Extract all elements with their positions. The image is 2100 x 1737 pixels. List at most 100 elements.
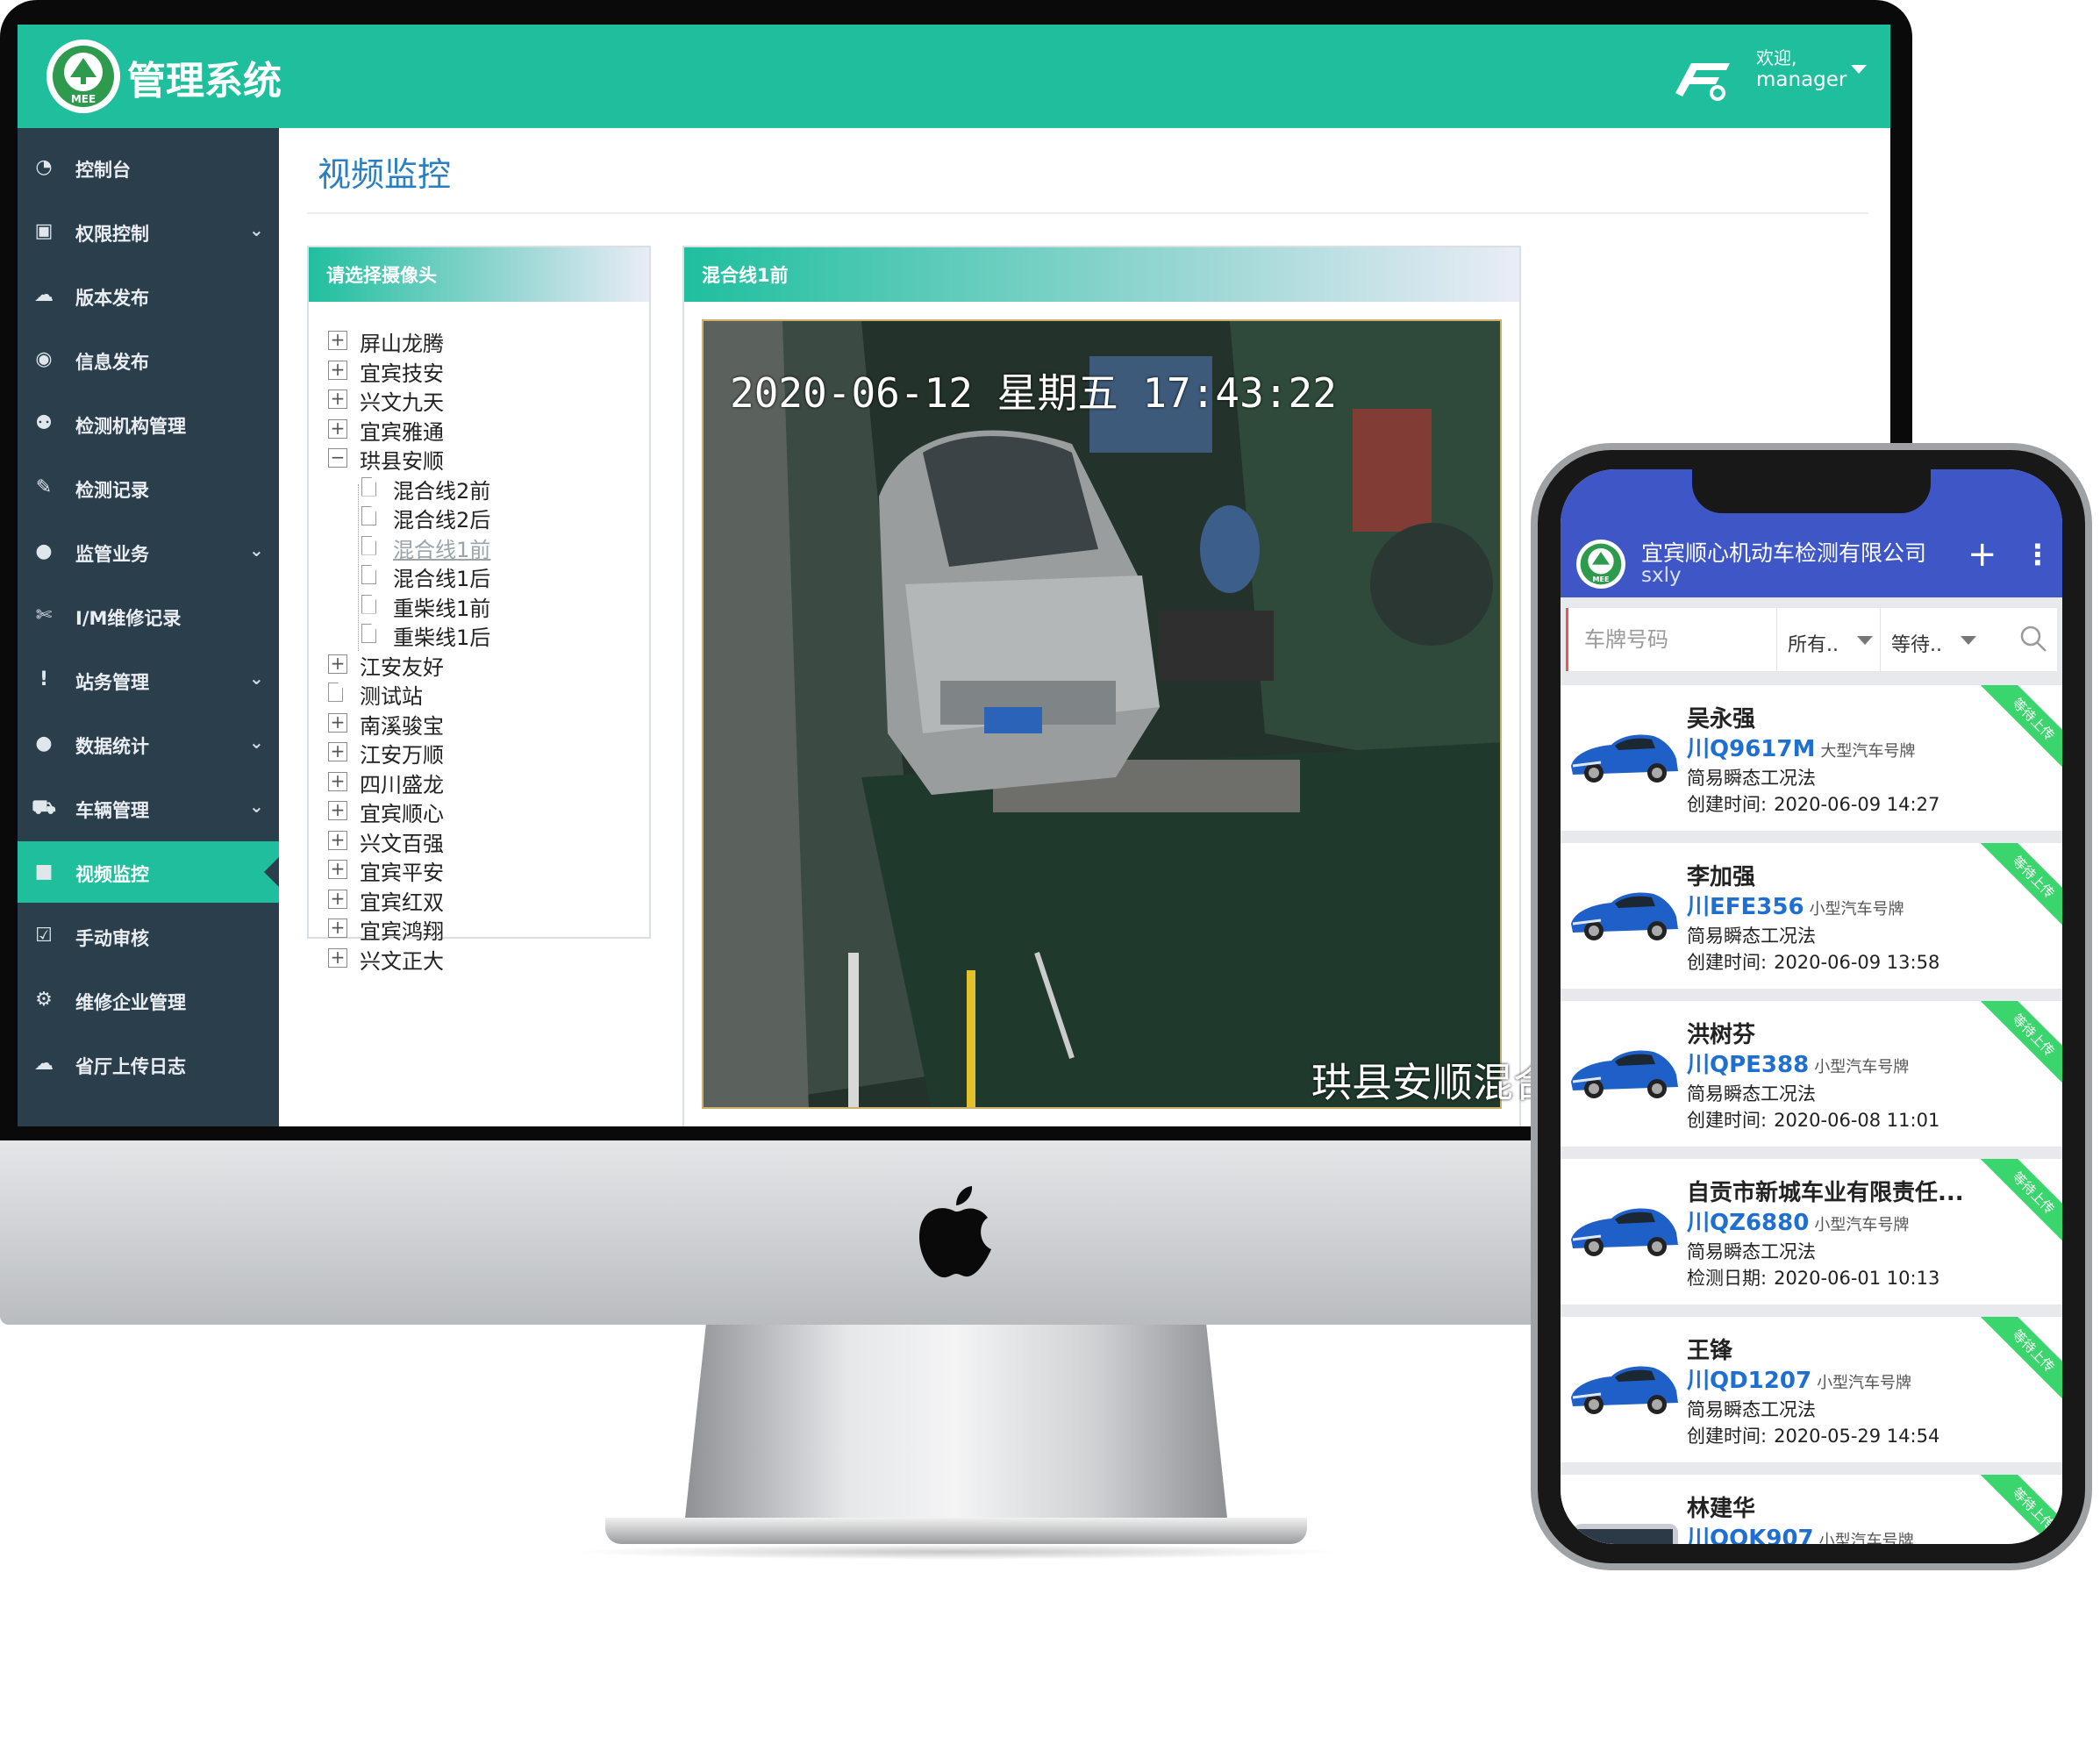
- company-name: 宜宾顺心机动车检测有限公司: [1641, 540, 1927, 566]
- expand-icon[interactable]: +: [328, 390, 347, 409]
- file-icon: [361, 624, 376, 643]
- expand-icon[interactable]: +: [328, 742, 347, 761]
- sidebar-item[interactable]: ◔ 控制台: [18, 137, 279, 198]
- users-icon: ⚉: [35, 412, 53, 434]
- expand-icon[interactable]: +: [328, 947, 347, 968]
- sidebar-item-label: 信息发布: [75, 352, 149, 373]
- plate-number: 川QQK907: [1687, 1526, 1814, 1544]
- collapse-icon[interactable]: −: [328, 448, 347, 468]
- sidebar-item[interactable]: ✎ 检测记录: [18, 457, 279, 518]
- sidebar-item[interactable]: ● 数据统计 ⌄: [18, 713, 279, 775]
- sidebar-item[interactable]: ☑ 手动审核: [18, 905, 279, 967]
- camera-panel-title: 请选择摄像头: [309, 247, 649, 302]
- chevron-down-icon: ⌄: [249, 668, 264, 689]
- test-method: 简易瞬态工况法: [1687, 768, 1816, 789]
- status-filter-select[interactable]: 等待..: [1880, 608, 1983, 671]
- user-menu-caret-icon[interactable]: [1851, 65, 1867, 74]
- plate-search-input[interactable]: [1566, 608, 1776, 671]
- camera-feed[interactable]: [702, 319, 1502, 1109]
- apple-logo-icon: [919, 1186, 991, 1278]
- sidebar-item[interactable]: ☁ 版本发布: [18, 265, 279, 326]
- file-icon: [361, 565, 376, 584]
- stand-shadow: [570, 1544, 1342, 1560]
- record-card[interactable]: 王锋 川QD1207 小型汽车号牌 简易瞬态工况法 创建时间: 2020-05-29 14…: [1561, 1317, 2062, 1462]
- status-ribbon: 等待上传: [1977, 1475, 2062, 1544]
- record-card[interactable]: 自贡市新城车业有限责任... 川QZ6880 小型汽车号牌 简易瞬态工况法 检测日期: 2…: [1561, 1159, 2062, 1305]
- expand-icon[interactable]: +: [328, 712, 347, 733]
- record-card[interactable]: 林建华 川QQK907 小型汽车号牌 等待上传: [1561, 1475, 2062, 1544]
- expand-icon[interactable]: +: [328, 860, 347, 879]
- expand-icon[interactable]: +: [328, 801, 347, 820]
- car-image: [1566, 1038, 1682, 1101]
- date-value: 2020-05-29 14:54: [1774, 1426, 1940, 1447]
- plate-row: 川QPE388 小型汽车号牌: [1687, 1047, 1909, 1079]
- expand-icon[interactable]: +: [328, 830, 347, 850]
- username[interactable]: manager: [1756, 68, 1846, 91]
- tree-node-label: 重柴线1后: [393, 625, 491, 650]
- more-menu-icon[interactable]: ⋮: [2024, 538, 2052, 571]
- mee-logo-icon: MEE: [46, 39, 120, 113]
- date-row: 创建时间: 2020-06-09 14:27: [1687, 790, 1939, 817]
- tree-node-label: 南溪骏宝: [360, 713, 444, 739]
- expand-icon[interactable]: +: [328, 360, 347, 380]
- plate-number: 川Q9617M: [1687, 736, 1816, 762]
- camera-select-panel: 请选择摄像头 + 屏山龙腾 + 宜宾技安 + 兴文九天 + 宜宾雅通 − 珙县安顺 混合线2前 混合线…: [307, 246, 651, 974]
- sidebar-item[interactable]: ▣ 权限控制 ⌄: [18, 201, 279, 262]
- expand-icon[interactable]: +: [328, 418, 347, 439]
- sidebar-item[interactable]: ! 站务管理 ⌄: [18, 649, 279, 711]
- test-method: 简易瞬态工况法: [1687, 1399, 1816, 1420]
- date-label: 创建时间:: [1687, 794, 1768, 815]
- date-value: 2020-06-09 13:58: [1774, 952, 1940, 973]
- record-card[interactable]: 吴永强 川Q9617M 大型汽车号牌 简易瞬态工况法 创建时间: 2020-06-09 1…: [1561, 685, 2062, 831]
- sidebar-item[interactable]: ⚙ 维修企业管理: [18, 969, 279, 1031]
- sidebar-item[interactable]: ⚉ 检测机构管理: [18, 393, 279, 454]
- sidebar-item-label: 检测机构管理: [75, 416, 186, 437]
- gears-icon: ⚙: [35, 989, 53, 1011]
- tree-node-label: 宜宾技安: [360, 361, 444, 386]
- bus-image: [1566, 1512, 1682, 1544]
- video-camera-icon: ■: [34, 861, 54, 883]
- owner-name: 洪树芬: [1687, 1022, 1756, 1048]
- sidebar-item-label: 车辆管理: [75, 800, 149, 821]
- search-icon[interactable]: [2018, 624, 2048, 654]
- owner-name: 吴永强: [1687, 706, 1756, 733]
- expand-icon[interactable]: +: [328, 331, 347, 350]
- wrench-icon: ✄: [35, 604, 53, 626]
- expand-icon[interactable]: +: [328, 654, 347, 674]
- add-button[interactable]: +: [1968, 534, 1997, 575]
- record-card[interactable]: 洪树芬 川QPE388 小型汽车号牌 简易瞬态工况法 创建时间: 2020-06-08 1…: [1561, 1001, 2062, 1147]
- sidebar-item-label: 省厅上传日志: [75, 1056, 186, 1077]
- sidebar-item[interactable]: ● 监管业务 ⌄: [18, 521, 279, 583]
- date-row: 创建时间: 2020-06-09 13:58: [1687, 948, 1939, 975]
- expand-icon[interactable]: +: [328, 889, 347, 909]
- type-filter-select[interactable]: 所有..: [1776, 608, 1880, 671]
- date-label: 检测日期:: [1687, 1268, 1768, 1289]
- plate-number: 川QD1207: [1687, 1368, 1812, 1394]
- sidebar-item[interactable]: ☁ 省厅上传日志: [18, 1033, 279, 1095]
- sidebar-item-label: 权限控制: [75, 224, 149, 245]
- tree-node-label: 混合线2后: [393, 508, 491, 533]
- chevron-down-icon: ⌄: [249, 540, 264, 561]
- sidebar-item[interactable]: ■ 视频监控: [18, 841, 279, 903]
- tree-node-label: 宜宾鸿翔: [360, 919, 444, 944]
- sidebar-item[interactable]: ✄ I/M维修记录: [18, 585, 279, 647]
- title-divider: [307, 212, 1868, 214]
- record-card[interactable]: 李加强 川EFE356 小型汽车号牌 简易瞬态工况法 创建时间: 2020-06-09 1…: [1561, 843, 2062, 989]
- phone-screen: MEE 宜宾顺心机动车检测有限公司 sxly + ⋮ 所有.. 等待.. 吴永强…: [1561, 469, 2062, 1544]
- sidebar-item[interactable]: ⛟ 车辆管理 ⌄: [18, 777, 279, 839]
- phone-notch: [1692, 469, 1931, 513]
- date-value: 2020-06-09 14:27: [1774, 794, 1940, 815]
- sidebar-item[interactable]: ◉ 信息发布: [18, 329, 279, 390]
- app-title: 管理系统: [127, 59, 282, 104]
- expand-icon[interactable]: +: [328, 771, 347, 791]
- car-icon: ⛟: [32, 797, 56, 818]
- sidebar-item-label: 版本发布: [75, 288, 149, 309]
- tree-node-label: 混合线1后: [393, 567, 491, 591]
- monitor-stand-neck: [684, 1325, 1228, 1526]
- plate-row: 川QQK907 小型汽车号牌: [1687, 1520, 1914, 1544]
- owner-name: 李加强: [1687, 864, 1756, 890]
- expand-icon[interactable]: +: [328, 919, 347, 938]
- sidebar-item-label: 控制台: [75, 160, 131, 181]
- tree-node-label: 兴文百强: [360, 831, 444, 856]
- top-bar: MEE 管理系统 欢迎, manager: [18, 25, 1890, 128]
